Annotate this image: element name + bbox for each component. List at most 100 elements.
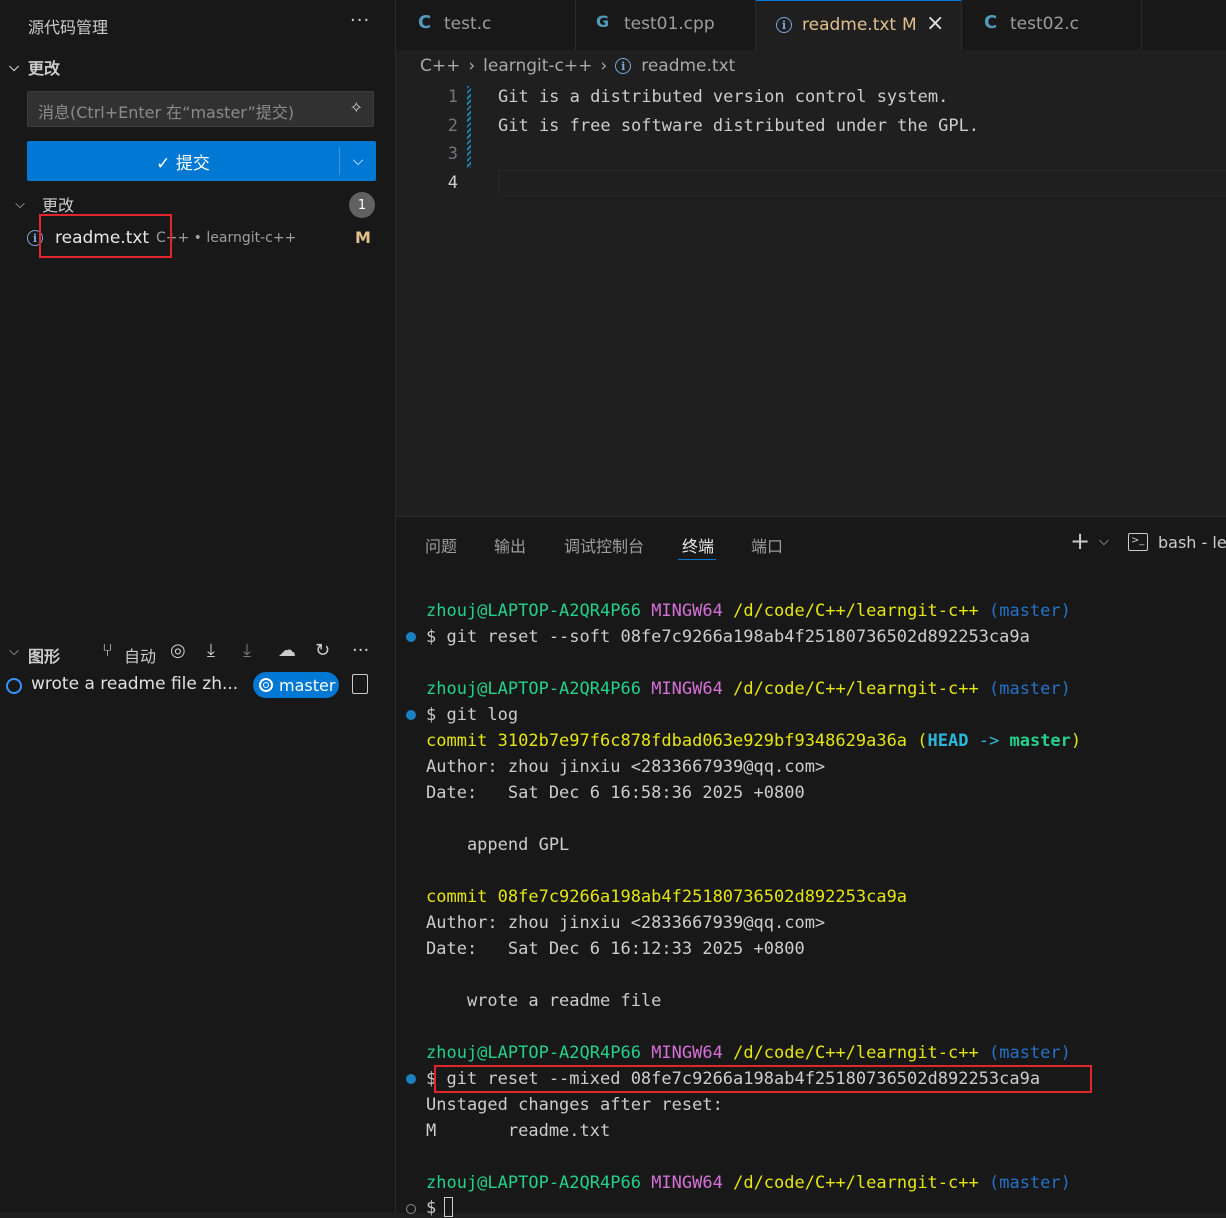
line-number: 1 xyxy=(447,87,458,107)
graph-section-header[interactable]: ⌵ 图形 ⑂ 自动 ◎ ⤓ ⤓ ☁ ↻ ··· xyxy=(0,640,395,666)
terminal-instance-label[interactable]: bash - lea xyxy=(1158,533,1226,552)
terminal-output-line: Author: zhou jinxiu <2833667939@qq.com> xyxy=(426,757,826,777)
command-status-dot[interactable] xyxy=(406,1074,416,1084)
close-icon[interactable]: × xyxy=(926,11,944,36)
cpp-file-icon: G xyxy=(596,12,610,31)
branch-badge-label: master xyxy=(279,675,336,695)
command-status-dot[interactable] xyxy=(406,710,416,720)
commit-button-group: ✓ 提交 ⌵ xyxy=(27,141,376,181)
changed-file-item[interactable]: i readme.txt C++ • learngit-c++ M xyxy=(0,226,395,252)
fetch-icon[interactable]: ⤓ xyxy=(207,640,215,661)
c-file-icon: C xyxy=(984,12,998,33)
chevron-down-icon: ⌵ xyxy=(9,59,19,75)
commit-node-icon xyxy=(6,678,22,694)
line-number: 4 xyxy=(447,173,458,193)
line-number: 2 xyxy=(447,116,458,136)
editor-tabs: C test.c G test01.cpp i readme.txt M × C… xyxy=(396,0,1226,50)
terminal-prompt: zhouj@LAPTOP-A2QR4P66 MINGW64 /d/code/C+… xyxy=(426,679,1071,699)
command-status-dot[interactable] xyxy=(406,1204,416,1214)
breadcrumb: C++ › learngit-c++ › i readme.txt xyxy=(420,56,735,76)
terminal-output-line: Date: Sat Dec 6 16:12:33 2025 +0800 xyxy=(426,939,805,959)
graph-commit-item[interactable]: wrote a readme file zh... master xyxy=(0,672,395,700)
branch-icon[interactable]: ⑂ xyxy=(102,640,113,661)
terminal-cursor xyxy=(444,1197,454,1217)
changes-count-badge: 1 xyxy=(349,192,375,218)
terminal-output-line: Unstaged changes after reset: xyxy=(426,1095,723,1115)
tab-problems[interactable]: 问题 xyxy=(425,533,457,557)
tab-label: test.c xyxy=(444,14,492,34)
graph-section-label: 图形 xyxy=(28,647,61,666)
breadcrumb-item[interactable]: C++ xyxy=(420,56,460,76)
terminal-output-line: M readme.txt xyxy=(426,1121,611,1141)
chevron-right-icon: › xyxy=(600,56,608,76)
terminal-command: $ git reset --mixed 08fe7c9266a198ab4f25… xyxy=(426,1069,1041,1089)
changed-file-name: readme.txt xyxy=(55,228,150,248)
tab-test01-cpp[interactable]: G test01.cpp xyxy=(576,0,756,50)
chevron-down-icon: ⌵ xyxy=(9,644,19,659)
refresh-icon[interactable]: ↻ xyxy=(315,640,330,661)
target-icon[interactable]: ◎ xyxy=(170,640,186,661)
tab-label: readme.txt xyxy=(802,15,897,35)
commit-message-placeholder: 消息(Ctrl+Enter 在“master”提交) xyxy=(38,103,295,122)
tab-test02-c[interactable]: C test02.c xyxy=(962,0,1142,50)
changes-section-label: 更改 xyxy=(28,59,61,78)
terminal-command: $ git reset --soft 08fe7c9266a198ab4f251… xyxy=(426,627,1030,647)
breadcrumb-item[interactable]: learngit-c++ xyxy=(483,56,592,76)
sparkle-icon[interactable]: ✧ xyxy=(350,98,363,117)
commit-message-input[interactable]: 消息(Ctrl+Enter 在“master”提交) ✧ xyxy=(27,91,374,127)
tab-terminal[interactable]: 终端 xyxy=(682,533,714,557)
current-line-highlight xyxy=(498,170,1226,196)
changes-group-label: 更改 xyxy=(42,196,75,215)
active-tab-indicator xyxy=(678,559,716,560)
tab-output[interactable]: 输出 xyxy=(494,533,526,557)
terminal-output-line: commit 08fe7c9266a198ab4f25180736502d892… xyxy=(426,887,908,907)
more-actions-icon[interactable]: ··· xyxy=(352,640,369,661)
line-number: 3 xyxy=(447,144,458,164)
chevron-down-icon[interactable]: ⌵ xyxy=(1099,534,1109,549)
terminal-output-line: commit 3102b7e97f6c878fdbad063e929bf9348… xyxy=(426,731,1082,751)
sidebar-title: 源代码管理 xyxy=(28,18,109,37)
info-icon: i xyxy=(776,17,792,33)
tab-label: test01.cpp xyxy=(624,14,715,34)
terminal-output-line: Author: zhou jinxiu <2833667939@qq.com> xyxy=(426,913,826,933)
terminal-prompt: zhouj@LAPTOP-A2QR4P66 MINGW64 /d/code/C+… xyxy=(426,1173,1071,1193)
terminal-icon: >_ xyxy=(1128,533,1148,551)
tab-debug-console[interactable]: 调试控制台 xyxy=(564,533,644,557)
terminal-output-line: wrote a readme file xyxy=(426,991,662,1011)
auto-label[interactable]: 自动 xyxy=(124,643,156,667)
target-icon xyxy=(259,678,273,692)
code-line: Git is free software distributed under t… xyxy=(498,116,980,136)
new-terminal-icon[interactable]: + xyxy=(1070,527,1090,555)
graph-commit-message: wrote a readme file zh... xyxy=(31,674,239,694)
terminal-output-line: append GPL xyxy=(426,835,570,855)
info-icon: i xyxy=(615,58,632,74)
command-status-dot[interactable] xyxy=(406,632,416,642)
tab-ports[interactable]: 端口 xyxy=(751,533,783,557)
c-file-icon: C xyxy=(418,12,432,33)
code-line: Git is a distributed version control sys… xyxy=(498,87,949,107)
source-control-sidebar: 源代码管理 ··· ⌵ 更改 消息(Ctrl+Enter 在“master”提交… xyxy=(0,0,396,1212)
branch-badge: master xyxy=(253,672,339,698)
bottom-panel: 问题 输出 调试控制台 终端 端口 + ⌵ >_ bash - lea zhou… xyxy=(396,516,1226,1218)
breadcrumb-item[interactable]: readme.txt xyxy=(641,56,735,76)
changed-file-path: C++ • learngit-c++ xyxy=(156,230,297,246)
cloud-sync-icon[interactable]: ☁ xyxy=(278,640,296,661)
file-status-badge: M xyxy=(355,228,371,247)
chevron-right-icon: › xyxy=(468,56,476,76)
document-icon[interactable] xyxy=(352,674,368,694)
modified-lines-gutter xyxy=(467,86,471,168)
changes-group-header[interactable]: ⌵ 更改 xyxy=(10,192,380,216)
pull-icon[interactable]: ⤓ xyxy=(243,640,251,661)
tab-test-c[interactable]: C test.c xyxy=(396,0,576,50)
terminal-output-line: Date: Sat Dec 6 16:58:36 2025 +0800 xyxy=(426,783,805,803)
tab-label: test02.c xyxy=(1010,14,1080,34)
commit-button[interactable]: ✓ 提交 xyxy=(27,141,339,181)
info-icon: i xyxy=(27,230,43,246)
terminal-input-line[interactable]: $ xyxy=(426,1197,454,1218)
chevron-down-icon: ⌵ xyxy=(15,196,25,212)
commit-dropdown-chevron-icon[interactable]: ⌵ xyxy=(340,141,376,181)
changes-section-header[interactable]: ⌵ 更改 xyxy=(0,55,60,79)
tab-readme-txt[interactable]: i readme.txt M × xyxy=(756,0,962,50)
more-actions-icon[interactable]: ··· xyxy=(350,10,370,31)
tab-modified-status: M xyxy=(902,15,917,35)
